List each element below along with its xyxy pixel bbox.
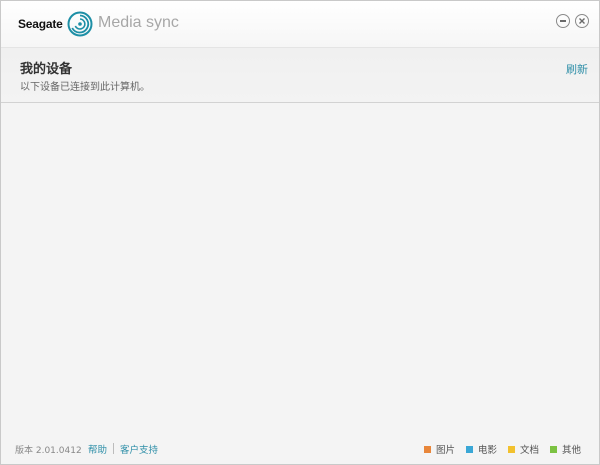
- version-label: 版本 2.01.0412: [15, 446, 82, 456]
- legend-swatch: [424, 445, 431, 453]
- legend-item-documents: 文档: [508, 442, 539, 456]
- my-devices-header: 我的设备 以下设备已连接到此计算机。 刷新: [1, 47, 599, 103]
- close-icon: [579, 18, 585, 24]
- app-window: Seagate Media sync 我的设备 以下设备已连接到此计算机。 刷新…: [0, 0, 600, 465]
- legend-swatch: [466, 445, 474, 453]
- legend-item-other: 其他: [550, 442, 581, 456]
- brand-logo: Seagate: [18, 11, 94, 37]
- legend-item-pictures: 图片: [424, 442, 455, 456]
- close-button[interactable]: [575, 14, 589, 28]
- seagate-swirl-icon: [67, 11, 93, 37]
- legend-label: 文档: [520, 445, 540, 456]
- legend-item-movies: 电影: [466, 442, 497, 456]
- brand-name: Seagate: [18, 17, 63, 31]
- help-link[interactable]: 帮助: [88, 442, 107, 456]
- footer-divider: [113, 443, 114, 454]
- refresh-link[interactable]: 刷新: [566, 61, 588, 77]
- device-list-area: [1, 103, 599, 433]
- section-subtitle: 以下设备已连接到此计算机。: [20, 82, 150, 93]
- support-link[interactable]: 客户支持: [120, 442, 158, 456]
- footer: 版本 2.01.0412 帮助 客户支持 图片 电影 文档 其他: [1, 433, 599, 464]
- minimize-icon: [560, 20, 566, 22]
- legend-label: 电影: [478, 445, 498, 456]
- legend-swatch: [508, 445, 516, 453]
- title-bar: Seagate Media sync: [1, 1, 599, 47]
- media-legend: 图片 电影 文档 其他: [424, 442, 581, 456]
- section-title: 我的设备: [20, 62, 73, 77]
- legend-label: 其他: [562, 445, 582, 456]
- minimize-button[interactable]: [556, 14, 570, 28]
- legend-label: 图片: [436, 445, 456, 456]
- app-title: Media sync: [98, 14, 179, 31]
- legend-swatch: [550, 445, 558, 453]
